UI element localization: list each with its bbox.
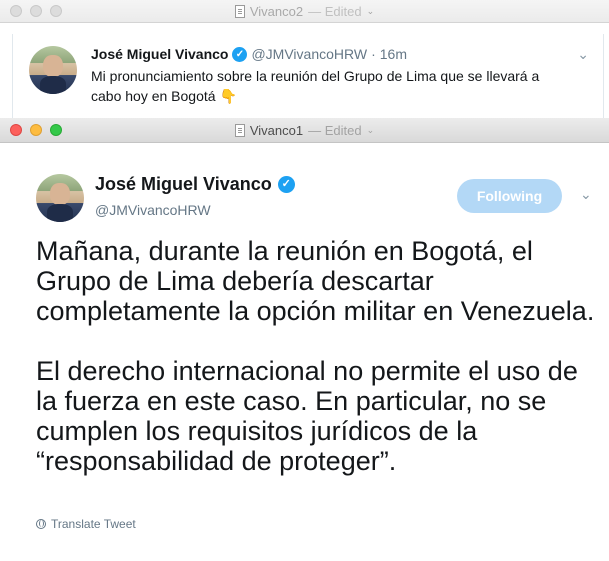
avatar[interactable] (29, 46, 77, 94)
chevron-down-icon[interactable]: ⌄ (367, 125, 375, 136)
translate-tweet-link[interactable]: Translate Tweet (36, 517, 136, 531)
verified-badge-icon: ✓ (277, 176, 295, 193)
document-icon (234, 4, 245, 18)
front-window-titlebar[interactable]: Vivanco1 — Edited ⌄ (0, 118, 609, 143)
front-window: Vivanco1 — Edited ⌄ José Miguel Vivanco … (0, 118, 609, 561)
author-handle[interactable]: @JMVivancoHRW (95, 202, 211, 218)
tweet-paragraph: El derecho internacional no permite el u… (36, 356, 578, 476)
chevron-down-icon[interactable]: ⌄ (367, 6, 375, 17)
edited-status: — Edited (308, 3, 362, 19)
document-icon (234, 123, 245, 137)
back-tweet-body: Mi pronunciamiento sobre la reunión del … (91, 68, 540, 104)
tweet-timestamp[interactable]: 16m (380, 46, 407, 62)
author-handle[interactable]: @JMVivancoHRW (251, 46, 367, 62)
back-window: Vivanco2 — Edited ⌄ José Miguel Vivanco … (0, 0, 609, 118)
following-button[interactable]: Following (457, 179, 562, 213)
avatar[interactable] (36, 174, 84, 222)
chevron-down-icon[interactable]: ⌄ (577, 46, 589, 63)
back-window-title-area[interactable]: Vivanco2 — Edited ⌄ (0, 0, 609, 22)
translate-label: Translate Tweet (51, 517, 136, 531)
pointing-down-emoji: 👇 (219, 88, 237, 104)
back-window-title: Vivanco2 (249, 3, 304, 19)
globe-icon (36, 519, 46, 529)
author-name[interactable]: José Miguel Vivanco (95, 174, 272, 195)
tweet-text: Mañana, durante la reunión en Bogotá, el… (36, 236, 601, 476)
back-tweet-header: José Miguel Vivanco ✓ @JMVivancoHRW · 16… (91, 46, 407, 62)
front-window-title: Vivanco1 (249, 122, 304, 138)
edited-status: — Edited (308, 122, 362, 138)
back-window-titlebar[interactable]: Vivanco2 — Edited ⌄ (0, 0, 609, 23)
tweet-paragraph: Mañana, durante la reunión en Bogotá, el… (36, 236, 595, 326)
chevron-down-icon[interactable]: ⌄ (580, 186, 592, 203)
author-name-row: José Miguel Vivanco ✓ (95, 174, 295, 195)
main-tweet-card: José Miguel Vivanco ✓ @JMVivancoHRW Foll… (0, 142, 609, 561)
back-tweet-text: Mi pronunciamiento sobre la reunión del … (91, 66, 571, 106)
front-window-title-area[interactable]: Vivanco1 — Edited ⌄ (0, 118, 609, 142)
verified-badge-icon: ✓ (232, 46, 248, 62)
back-tweet-card[interactable]: José Miguel Vivanco ✓ @JMVivancoHRW · 16… (12, 34, 604, 118)
author-name[interactable]: José Miguel Vivanco (91, 46, 228, 62)
separator-dot: · (371, 46, 376, 62)
